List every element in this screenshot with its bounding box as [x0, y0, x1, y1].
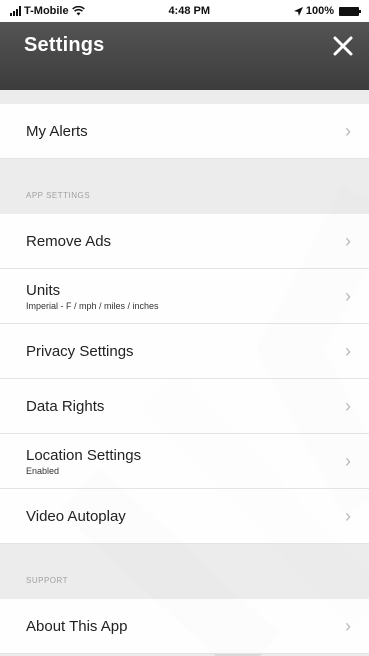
chevron-right-icon: › — [345, 451, 351, 471]
row-video-autoplay[interactable]: Video Autoplay › — [0, 489, 369, 544]
signal-icon — [10, 6, 21, 16]
status-right: 100% — [293, 5, 361, 17]
status-time: 4:48 PM — [168, 5, 211, 17]
row-label: About This App — [26, 617, 128, 635]
row-label: Remove Ads — [26, 232, 112, 250]
row-text: Privacy Settings — [26, 343, 134, 360]
top-spacer — [0, 90, 369, 104]
row-privacy-settings[interactable]: Privacy Settings › — [0, 324, 369, 379]
status-left: T-Mobile — [10, 5, 85, 17]
battery-icon — [338, 6, 361, 16]
row-label: Data Rights — [26, 397, 105, 415]
chevron-right-icon: › — [345, 121, 351, 141]
carrier-name: T-Mobile — [24, 5, 69, 17]
row-units[interactable]: Units Imperial - F / mph / miles / inche… — [0, 269, 369, 324]
row-label: Privacy Settings — [26, 342, 134, 360]
row-label: Location Settings — [26, 446, 142, 464]
row-remove-ads[interactable]: Remove Ads › — [0, 214, 369, 269]
wifi-icon — [71, 6, 85, 16]
chevron-right-icon: › — [345, 341, 351, 361]
row-about-this-app[interactable]: About This App › — [0, 599, 369, 654]
row-text: About This App — [26, 618, 127, 635]
row-label: Units — [26, 281, 61, 299]
settings-list: My Alerts › APP SETTINGS Remove Ads › Un… — [0, 90, 369, 654]
chevron-right-icon: › — [345, 231, 351, 251]
section-header-support: SUPPORT — [0, 544, 369, 599]
chevron-right-icon: › — [345, 286, 351, 306]
close-icon — [333, 36, 353, 56]
row-text: Remove Ads — [26, 233, 111, 250]
row-my-alerts[interactable]: My Alerts › — [0, 104, 369, 159]
row-data-rights[interactable]: Data Rights › — [0, 379, 369, 434]
status-bar: T-Mobile 4:48 PM 100% — [0, 0, 369, 22]
row-label: My Alerts — [26, 122, 88, 140]
row-text: Location Settings Enabled — [26, 447, 141, 476]
row-text: Units Imperial - F / mph / miles / inche… — [26, 282, 159, 311]
location-arrow-icon — [293, 6, 303, 16]
section-header-app-settings: APP SETTINGS — [0, 159, 369, 214]
row-text: Video Autoplay — [26, 508, 126, 525]
row-location-settings[interactable]: Location Settings Enabled › — [0, 434, 369, 489]
close-button[interactable] — [331, 34, 355, 58]
battery-percent: 100% — [305, 5, 334, 17]
chevron-right-icon: › — [345, 396, 351, 416]
row-sublabel: Imperial - F / mph / miles / inches — [26, 300, 159, 311]
chevron-right-icon: › — [345, 616, 351, 636]
chevron-right-icon: › — [345, 506, 351, 526]
page-title: Settings — [24, 34, 105, 56]
row-text: Data Rights — [26, 398, 104, 415]
row-sublabel: Enabled — [26, 465, 60, 476]
row-label: Video Autoplay — [26, 507, 126, 525]
header-bar: Settings — [0, 22, 369, 90]
row-text: My Alerts — [26, 123, 88, 140]
